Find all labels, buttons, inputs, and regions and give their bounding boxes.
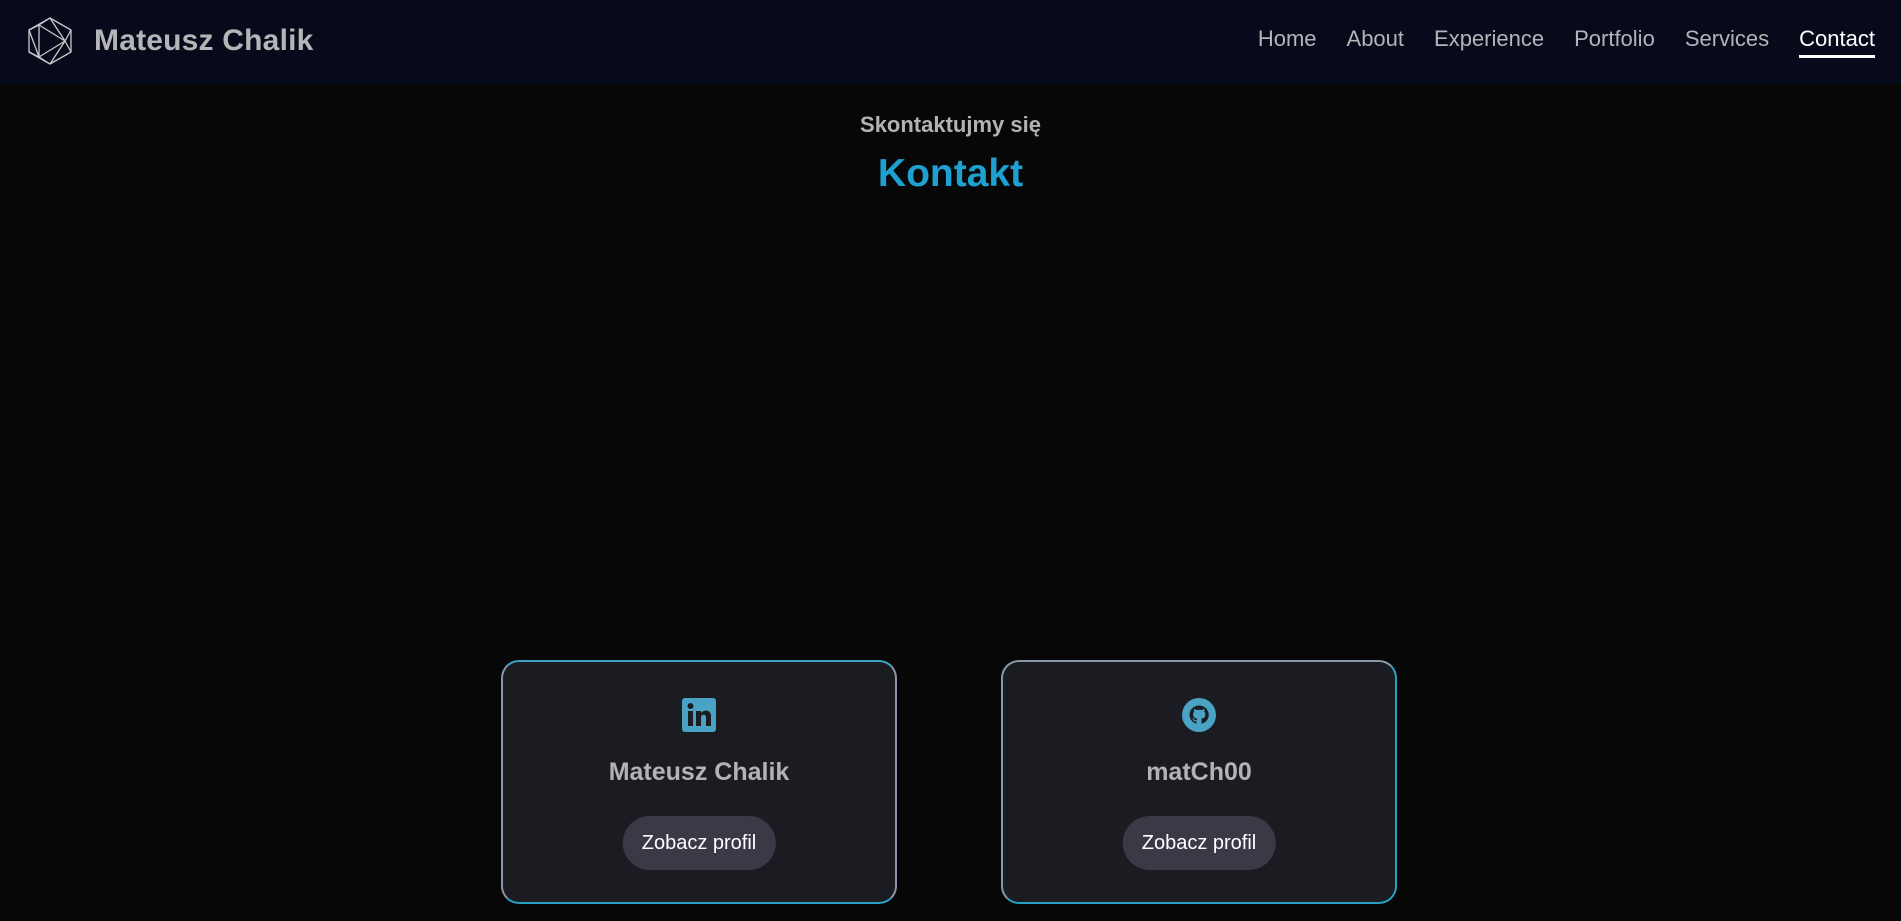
section-subtitle: Skontaktujmy się	[860, 112, 1041, 137]
polyhedron-logo-icon	[28, 17, 72, 65]
linkedin-card: Mateusz Chalik Zobacz profil	[501, 660, 897, 904]
nav-link-contact[interactable]: Contact	[1799, 26, 1875, 58]
linkedin-card-name: Mateusz Chalik	[608, 758, 790, 786]
linkedin-icon	[682, 698, 716, 732]
brand-name: Mateusz Chalik	[94, 24, 314, 57]
linkedin-view-profile-button[interactable]: Zobacz profil	[622, 816, 776, 870]
nav-link-experience[interactable]: Experience	[1434, 26, 1544, 58]
nav-link-services[interactable]: Services	[1685, 26, 1769, 58]
github-card: matCh00 Zobacz profil	[1001, 660, 1397, 904]
section-title: Kontakt	[877, 152, 1024, 195]
nav-link-home[interactable]: Home	[1258, 26, 1317, 58]
github-card-name: matCh00	[1146, 758, 1252, 786]
navbar: Mateusz Chalik Home About Experience Por…	[0, 0, 1901, 84]
nav-link-about[interactable]: About	[1347, 26, 1405, 58]
brand-link[interactable]: Mateusz Chalik	[24, 16, 314, 66]
nav-link-portfolio[interactable]: Portfolio	[1574, 26, 1655, 58]
github-icon	[1182, 698, 1216, 732]
github-view-profile-button[interactable]: Zobacz profil	[1122, 816, 1276, 870]
nav-menu: Home About Experience Portfolio Services…	[1258, 26, 1875, 58]
